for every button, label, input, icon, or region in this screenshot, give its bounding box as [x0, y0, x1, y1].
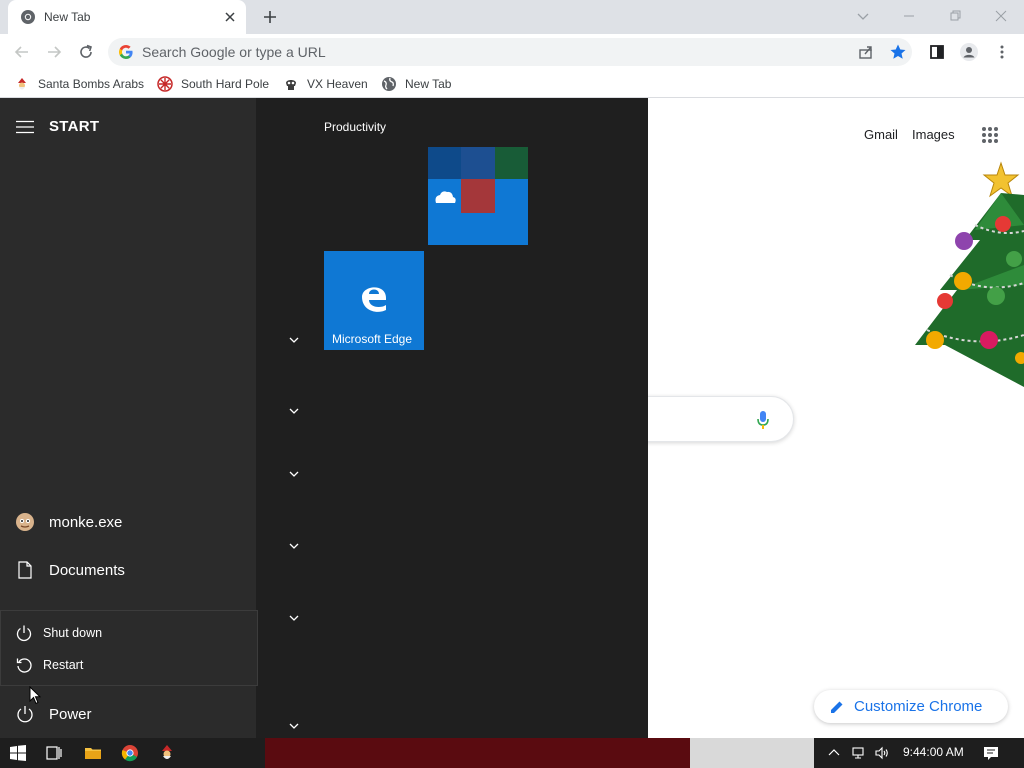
edge-e-icon	[362, 287, 386, 312]
pencil-icon	[831, 701, 843, 713]
windows-start-icon[interactable]	[9, 744, 27, 762]
taskbar-wallpaper-strip	[690, 738, 814, 768]
snowflake-icon	[157, 76, 173, 92]
santa-icon	[18, 78, 26, 90]
side-panel-icon[interactable]	[927, 42, 947, 62]
task-view-icon[interactable]	[45, 744, 63, 762]
tab-search-chevron-icon[interactable]	[853, 6, 873, 26]
action-center-icon[interactable]	[983, 745, 999, 761]
skull-icon	[286, 80, 296, 90]
google-apps-grid-icon[interactable]	[980, 125, 1000, 145]
close-window-icon[interactable]	[991, 6, 1011, 26]
christmas-tree-doodle	[915, 161, 1024, 387]
address-bar[interactable]	[108, 38, 912, 66]
power-label: Power	[49, 705, 92, 723]
address-input[interactable]	[142, 38, 822, 66]
customize-chrome-button[interactable]: Customize Chrome	[814, 690, 1008, 723]
forward-arrow-icon[interactable]	[44, 42, 64, 62]
tile-group-title: Productivity	[324, 120, 387, 134]
restart-label: Restart	[43, 658, 84, 672]
new-tab-plus-icon[interactable]	[260, 7, 280, 27]
taskbar-wallpaper-strip	[265, 738, 690, 768]
chevron-up-icon[interactable]	[826, 745, 842, 761]
start-title: START	[49, 118, 100, 135]
office-tile[interactable]	[428, 147, 528, 245]
bookmark-item[interactable]: South Hard Pole	[157, 75, 269, 93]
globe-icon	[382, 77, 396, 91]
file-explorer-icon[interactable]	[84, 744, 102, 762]
shutdown-option[interactable]: Shut down	[1, 617, 257, 649]
bookmark-label: New Tab	[405, 77, 452, 91]
chrome-taskbar-icon[interactable]	[121, 744, 139, 762]
bookmark-label: VX Heaven	[307, 77, 368, 91]
hamburger-menu-icon[interactable]	[16, 120, 34, 134]
reload-icon[interactable]	[76, 42, 96, 62]
close-tab-icon[interactable]	[222, 9, 238, 25]
back-arrow-icon[interactable]	[12, 42, 32, 62]
restart-option[interactable]: Restart	[1, 649, 257, 681]
office-apps-mosaic	[428, 147, 528, 213]
chevron-down-icon[interactable]	[288, 407, 300, 415]
kebab-menu-icon[interactable]	[992, 42, 1012, 62]
start-sidebar: START monke.exe Documents Shut down Rest…	[0, 98, 258, 738]
mouse-cursor-icon	[29, 686, 41, 705]
bookmarks-bar: Santa Bombs Arabs South Hard Pole VX Hea…	[0, 70, 1024, 98]
bookmark-item[interactable]: New Tab	[381, 75, 451, 93]
tile-label: Microsoft Edge	[332, 332, 413, 346]
user-name-label: monke.exe	[49, 513, 123, 531]
images-link[interactable]: Images	[912, 127, 955, 142]
tab-strip: New Tab	[0, 0, 1024, 34]
gmail-link[interactable]: Gmail	[864, 127, 898, 142]
chevron-down-icon[interactable]	[288, 470, 300, 478]
microsoft-edge-tile[interactable]: Microsoft Edge	[324, 251, 424, 350]
profile-avatar-icon[interactable]	[959, 42, 979, 62]
taskbar-clock[interactable]: 9:44:00 AM	[903, 745, 964, 759]
power-icon	[16, 625, 32, 642]
user-account-item[interactable]: monke.exe	[0, 502, 256, 542]
bookmark-item[interactable]: VX Heaven	[283, 75, 368, 93]
tab-title: New Tab	[44, 10, 91, 24]
chevron-down-icon[interactable]	[288, 614, 300, 622]
network-icon[interactable]	[851, 745, 867, 761]
customize-label: Customize Chrome	[854, 698, 983, 715]
chrome-icon	[21, 10, 35, 24]
chevron-down-icon[interactable]	[288, 542, 300, 550]
documents-item[interactable]: Documents	[0, 550, 256, 590]
google-g-icon	[119, 45, 133, 59]
browser-toolbar	[0, 34, 1024, 70]
chevron-down-icon[interactable]	[288, 722, 300, 730]
power-icon	[17, 706, 33, 723]
restore-icon[interactable]	[945, 6, 965, 26]
tab-new-tab[interactable]: New Tab	[8, 0, 246, 34]
document-icon	[18, 561, 32, 579]
santa-taskbar-icon[interactable]	[158, 744, 176, 762]
power-options-flyout: Shut down Restart	[0, 610, 258, 686]
volume-icon[interactable]	[874, 745, 890, 761]
chevron-down-icon[interactable]	[288, 336, 300, 344]
start-menu: START monke.exe Documents Shut down Rest…	[0, 98, 648, 738]
share-icon[interactable]	[856, 42, 876, 62]
minimize-icon[interactable]	[899, 6, 919, 26]
documents-label: Documents	[49, 561, 125, 579]
shutdown-label: Shut down	[43, 626, 103, 640]
restart-icon	[16, 658, 32, 673]
bookmark-star-icon[interactable]	[888, 42, 908, 62]
user-avatar-icon	[16, 513, 34, 531]
bookmark-label: South Hard Pole	[181, 77, 270, 91]
bookmark-item[interactable]: Santa Bombs Arabs	[14, 75, 144, 93]
bookmark-label: Santa Bombs Arabs	[38, 77, 145, 91]
microphone-icon[interactable]	[756, 410, 770, 430]
